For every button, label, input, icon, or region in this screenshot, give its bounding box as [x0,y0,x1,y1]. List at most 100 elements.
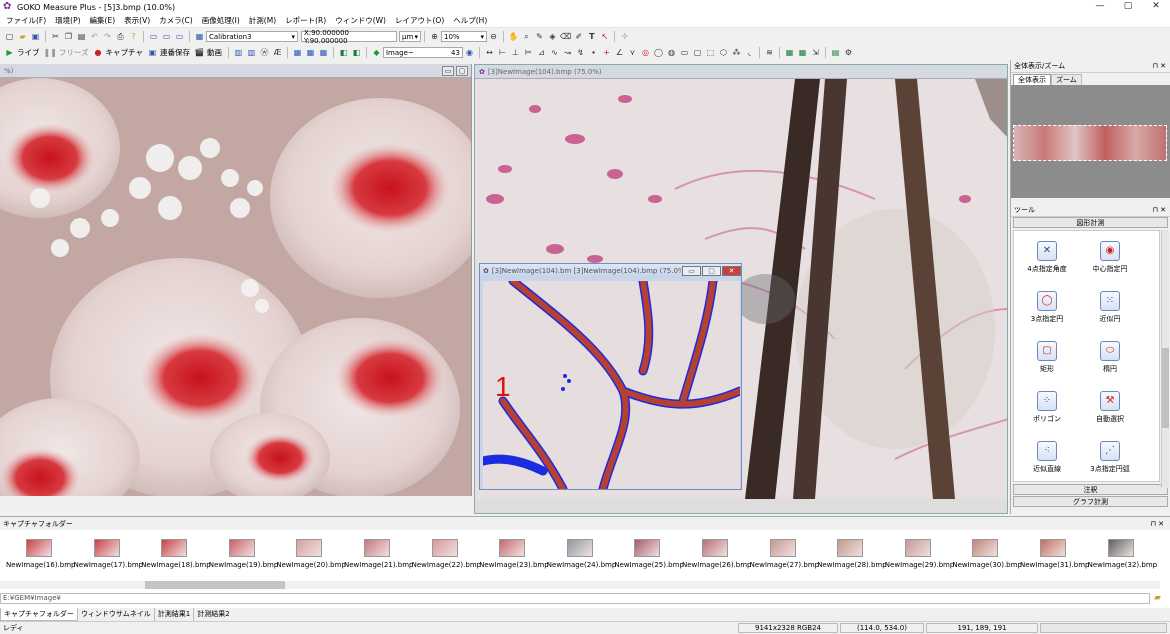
scatter-icon[interactable]: ⁂ [731,47,742,58]
rect3-icon[interactable]: ⬚ [705,47,716,58]
thumbnail-item[interactable]: NewImage(18).bmp [141,539,211,569]
folder-path-field[interactable]: E:¥GEM¥Image¥ [0,593,1150,604]
zoom-out-icon[interactable]: ⊖ [488,31,499,42]
camera-1-icon[interactable]: ◧ [338,47,349,58]
wave-icon[interactable]: ≋ [764,47,775,58]
thumbnail-item[interactable]: NewImage(22).bmp [412,539,481,569]
thumbnail-item[interactable]: NewImage(24).bmp [547,539,616,569]
fill-icon[interactable]: ◈ [547,31,558,42]
record-icon[interactable]: ● [93,47,104,58]
tab-window-thumbnail[interactable]: ウィンドウサムネイル [78,608,155,621]
perpendicular-icon[interactable]: ⊿ [536,47,547,58]
tool-ellipse[interactable]: ⬭ 楕円 [1080,341,1140,374]
freeze-button[interactable]: フリーズ [59,47,89,58]
pin-close-icon[interactable]: ⊓ ✕ [1150,520,1164,528]
tool-three-point-circle[interactable]: ◯ 3点指定円 [1017,291,1077,324]
tab-results-2[interactable]: 計測結果2 [194,608,232,621]
tool-four-point-angle[interactable]: ✕ 4点指定角度 [1017,241,1077,274]
scrollbar-thumb[interactable] [145,581,285,589]
pointer-icon[interactable]: ↖ [599,31,610,42]
live-button[interactable]: ライブ [17,47,40,58]
point-icon[interactable]: ∙ [588,47,599,58]
save-icon[interactable]: ▣ [30,31,41,42]
vline-icon[interactable]: ⊥ [510,47,521,58]
close-button[interactable]: ✕ [1142,0,1170,14]
thumbnail-item[interactable]: NewImage(30).bmp [952,539,1022,569]
hline-icon[interactable]: ⊢ [497,47,508,58]
menu-help[interactable]: ヘルプ(H) [453,15,487,26]
layout-2-icon[interactable]: ▭ [161,31,172,42]
tab-overview[interactable]: 全体表示 [1013,74,1051,85]
export-icon[interactable]: ⇲ [810,47,821,58]
eraser-icon[interactable]: ⌫ [560,31,571,42]
undo-icon[interactable]: ↶ [89,31,100,42]
adjust-2-icon[interactable]: ▥ [246,47,257,58]
subwindow-close-button[interactable]: ✕ [722,266,741,276]
thumbnail-item[interactable]: NewImage(31).bmp [1020,539,1090,569]
rect-tool-icon[interactable]: ▭ [679,47,690,58]
table-2-icon[interactable]: ▦ [797,47,808,58]
circle-tool-icon[interactable]: ◎ [640,47,651,58]
tab-results-1[interactable]: 計測結果1 [155,608,195,621]
brush-icon[interactable]: ✐ [573,31,584,42]
tool-rectangle[interactable]: ▢ 矩形 [1017,341,1077,374]
subwindow-maximize-button[interactable]: ▢ [702,266,721,276]
wb-icon[interactable]: ⓦ [259,47,270,58]
folder-icon[interactable]: ▰ [1154,593,1161,603]
menu-edit[interactable]: 編集(E) [90,15,116,26]
movie-icon[interactable]: 🎬︎ [194,47,205,58]
rect2-icon[interactable]: ▢ [692,47,703,58]
serial-save-icon[interactable]: ▣ [147,47,158,58]
redo-icon[interactable]: ↷ [102,31,113,42]
zoom-in-icon[interactable]: ⊕ [429,31,440,42]
print-icon[interactable]: ⎙ [115,31,126,42]
circle2-icon[interactable]: ◯ [653,47,664,58]
scrollbar-thumb[interactable] [1162,348,1169,428]
new-file-icon[interactable]: ▢ [4,31,15,42]
circle3-icon[interactable]: ◍ [666,47,677,58]
cut-icon[interactable]: ✂ [50,31,61,42]
magnifier-icon[interactable]: ⌕ [521,31,532,42]
section-graph-measure[interactable]: グラフ計測 [1013,496,1168,507]
layout-3-icon[interactable]: ▭ [174,31,185,42]
left-image-window[interactable]: %) ▭ ▢ [0,64,472,496]
tool-three-point-arc[interactable]: ⋰ 3点指定円弧 [1080,441,1140,474]
capture-button[interactable]: キャプチャ [106,47,143,58]
tab-zoom[interactable]: ズーム [1051,74,1082,85]
pen-icon[interactable]: ✎ [534,31,545,42]
tool-scrollbar[interactable] [1161,230,1169,488]
tool-polygon[interactable]: ⁘ ポリゴン [1017,391,1077,424]
thumbnail-item[interactable]: NewImage(28).bmp [817,539,887,569]
play-icon[interactable]: ▶ [4,47,15,58]
maximize-button[interactable]: ▢ [1114,0,1142,14]
menu-image-processing[interactable]: 画像処理(I) [202,15,240,26]
section-shape-measure[interactable]: 図形計測 [1013,217,1168,228]
camera-2-icon[interactable]: ◧ [351,47,362,58]
thumbnail-item[interactable]: NewImage(27).bmp [750,539,819,569]
polyline-icon[interactable]: ∿ [549,47,560,58]
cross-icon[interactable]: + [601,47,612,58]
help-icon[interactable]: ? [128,31,139,42]
menu-measure[interactable]: 計測(M) [249,15,276,26]
tool-approx-line[interactable]: ⁖ 近似直線 [1017,441,1077,474]
unit-select[interactable]: μm ▾ [399,31,421,42]
report-icon[interactable]: ▤ [830,47,841,58]
layout-1-icon[interactable]: ▭ [148,31,159,42]
ae-icon[interactable]: Æ [272,47,283,58]
adjust-1-icon[interactable]: ▥ [233,47,244,58]
tool-center-circle[interactable]: ◉ 中心指定円 [1080,241,1140,274]
menu-report[interactable]: レポート(R) [285,15,326,26]
paste-icon[interactable]: ▤ [76,31,87,42]
crosshair-icon[interactable]: ✛ [619,31,630,42]
left-maximize-button[interactable]: ▢ [456,66,468,76]
table-1-icon[interactable]: ▦ [784,47,795,58]
menu-view[interactable]: 表示(V) [124,15,150,26]
thumbnail-item[interactable]: NewImage(23).bmp [479,539,549,569]
pin-close-icon[interactable]: ⊓ ✕ [1152,62,1166,70]
thumbnail-item[interactable]: NewImage(16).bmp [6,539,76,569]
menu-camera[interactable]: カメラ(C) [159,15,193,26]
copy-icon[interactable]: ❐ [63,31,74,42]
angle2-icon[interactable]: ⋎ [627,47,638,58]
movie-button[interactable]: 動画 [207,47,222,58]
thumbnail-item[interactable]: NewImage(25).bmp [614,539,684,569]
